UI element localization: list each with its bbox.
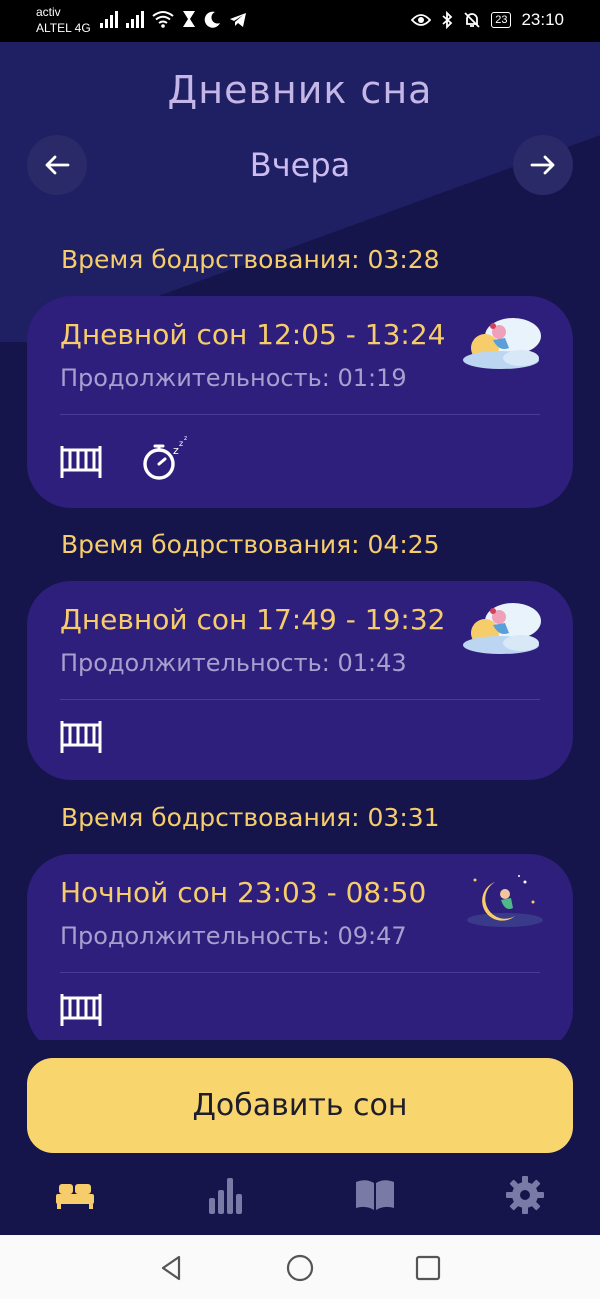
next-day-button[interactable] [513, 135, 573, 195]
night-sleep-illustration [467, 875, 543, 927]
telegram-icon [230, 13, 246, 27]
tab-sleep[interactable] [53, 1173, 97, 1217]
sleep-duration: Продолжительность: 09:47 [60, 922, 407, 950]
wifi-icon [152, 11, 174, 28]
add-sleep-button[interactable]: Добавить сон [27, 1058, 573, 1153]
awake-time-label: Время бодрствования: 03:31 [61, 803, 440, 832]
status-bar: activ ALTEL 4G 23 23:10 [0, 0, 600, 42]
status-icons-right: 23 23:10 [411, 10, 564, 30]
awake-time-label: Время бодрствования: 03:28 [61, 245, 440, 274]
carrier-top: activ [36, 5, 61, 19]
sleep-title: Ночной сон 23:03 - 08:50 [60, 876, 427, 909]
day-sleep-illustration [463, 318, 541, 369]
sleep-title: Дневной сон 17:49 - 19:32 [60, 603, 446, 636]
bluetooth-icon [442, 11, 453, 29]
awake-time-label: Время бодрствования: 04:25 [61, 530, 440, 559]
carrier-info: activ ALTEL 4G [36, 4, 91, 36]
status-icons-left [100, 10, 247, 28]
sleep-duration: Продолжительность: 01:19 [60, 364, 407, 392]
recents-icon[interactable] [413, 1253, 443, 1283]
page-title: Дневник сна [167, 68, 433, 112]
tab-stats[interactable] [203, 1173, 247, 1217]
battery-level: 23 [491, 12, 512, 28]
card-divider [60, 699, 540, 700]
carrier-bottom: ALTEL 4G [36, 21, 91, 35]
back-icon[interactable] [157, 1253, 187, 1283]
sleep-duration: Продолжительность: 01:43 [60, 649, 407, 677]
day-sleep-illustration [463, 603, 541, 654]
card-divider [60, 414, 540, 415]
home-icon[interactable] [285, 1253, 315, 1283]
crib-icon [60, 446, 102, 478]
arrow-right-icon [530, 155, 555, 175]
book-icon [356, 1180, 394, 1210]
sleep-card[interactable]: Дневной сон 12:05 - 13:24 Продолжительно… [27, 296, 573, 508]
crib-icon [60, 721, 102, 753]
card-divider [60, 972, 540, 973]
eye-icon [411, 14, 432, 26]
gear-icon [506, 1176, 544, 1214]
tab-settings[interactable] [503, 1173, 547, 1217]
system-navigation-bar [0, 1235, 600, 1299]
sleep-card[interactable]: Дневной сон 17:49 - 19:32 Продолжительно… [27, 581, 573, 780]
crib-icon [60, 994, 102, 1026]
clock: 23:10 [521, 10, 564, 29]
mute-bell-icon [464, 12, 480, 28]
sleep-title: Дневной сон 12:05 - 13:24 [60, 318, 446, 351]
svg-text:z: z [179, 439, 183, 448]
bottom-tab-bar [0, 1165, 600, 1225]
sleep-card[interactable]: Ночной сон 23:03 - 08:50 Продолжительнос… [27, 854, 573, 1054]
tab-guide[interactable] [353, 1173, 397, 1217]
svg-text:z: z [184, 435, 187, 442]
signal-icon-2 [126, 10, 144, 28]
hourglass-icon [183, 11, 195, 27]
stats-icon [209, 1178, 242, 1214]
list-fade [0, 1040, 600, 1060]
moon-icon [204, 11, 220, 28]
current-date: Вчера [249, 146, 351, 184]
signal-icon [100, 10, 118, 28]
stopwatch-sleep-icon: z z z [143, 435, 187, 480]
bed-icon [56, 1184, 94, 1209]
